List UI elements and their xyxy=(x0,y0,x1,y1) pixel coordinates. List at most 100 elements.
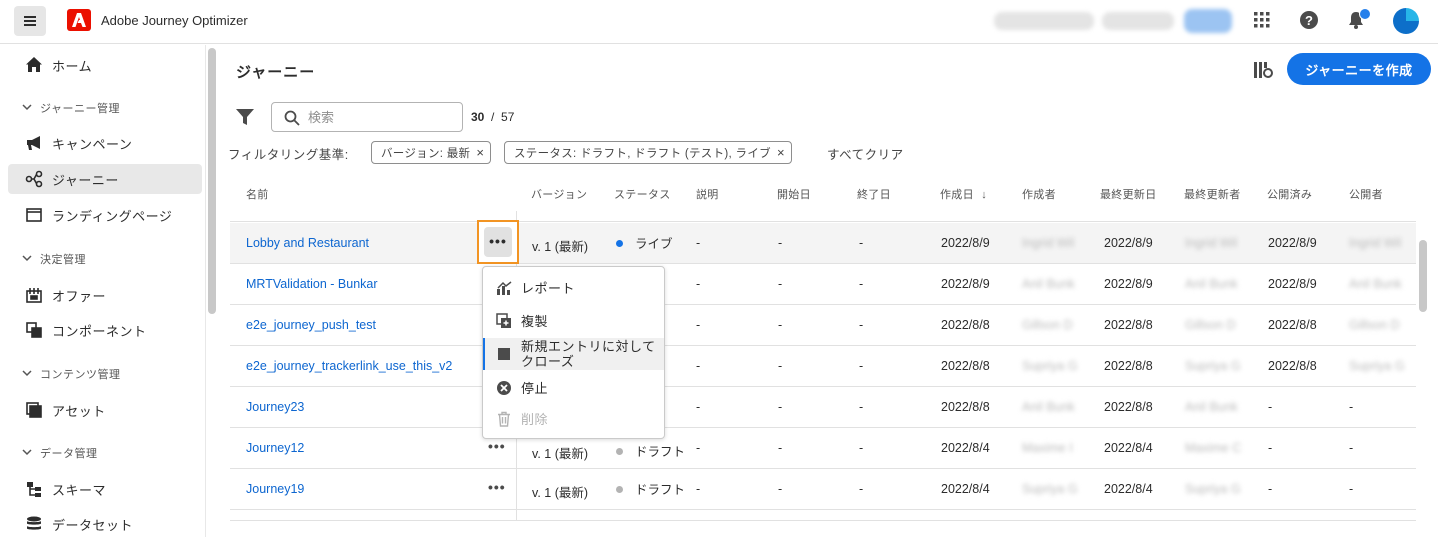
filter-chip-version[interactable]: バージョン: 最新 × xyxy=(371,141,492,164)
status-dot xyxy=(616,240,623,247)
create-journey-button[interactable]: ジャーニーを作成 xyxy=(1287,53,1431,85)
updated-date-cell: 2022/8/9 xyxy=(1104,236,1153,250)
journey-name-link[interactable]: Lobby and Restaurant xyxy=(246,236,369,250)
filter-chip-status[interactable]: ステータス: ドラフト, ドラフト (テスト), ライブ × xyxy=(504,141,792,164)
sidebar-scrollbar[interactable] xyxy=(208,48,216,314)
section-label: データ管理 xyxy=(40,448,98,460)
column-header-updated[interactable]: 最終更新日 xyxy=(1100,186,1157,202)
sidebar-item-label: オファー xyxy=(52,288,107,304)
version-cell: v. 1 (最新) xyxy=(532,447,589,461)
close-icon[interactable]: × xyxy=(777,145,785,160)
sidebar-item-assets[interactable]: アセット xyxy=(8,395,202,425)
menu-item-close-to-new-entries[interactable]: 新規エントリに対して クローズ xyxy=(483,338,664,370)
updater-cell: Gillson D xyxy=(1185,318,1236,332)
table-row[interactable]: Journey12 ••• v. 1 (最新) ドラフト - - - 2022/… xyxy=(230,428,1416,469)
table-row[interactable]: MRTValidation - Bunkar - - - 2022/8/9 An… xyxy=(230,264,1416,305)
column-header-publisher[interactable]: 公開者 xyxy=(1349,186,1383,202)
section-content-management[interactable]: コンテンツ管理 xyxy=(22,366,121,382)
start-date-cell: - xyxy=(778,441,783,455)
page-title: ジャーニー xyxy=(236,64,316,81)
sidebar-item-home[interactable]: ホーム xyxy=(8,50,202,80)
menu-item-report[interactable]: レポート xyxy=(483,277,664,299)
dataset-icon xyxy=(24,514,44,534)
column-header-updater[interactable]: 最終更新者 xyxy=(1184,186,1241,202)
column-header-name[interactable]: 名前 xyxy=(246,186,269,202)
more-actions-icon[interactable]: ••• xyxy=(488,479,506,495)
published-date-cell: - xyxy=(1268,441,1273,455)
more-actions-icon[interactable]: ••• xyxy=(484,227,512,257)
publisher-cell: - xyxy=(1349,441,1354,455)
sidebar-item-landing-pages[interactable]: ランディングページ xyxy=(8,200,202,230)
description-cell: - xyxy=(696,236,701,250)
journey-name-link[interactable]: e2e_journey_push_test xyxy=(246,318,376,332)
status-cell: ドラフト xyxy=(616,479,685,498)
chevron-down-icon xyxy=(22,253,32,265)
end-date-cell: - xyxy=(859,277,864,291)
start-date-cell: - xyxy=(778,277,783,291)
blurred-badge xyxy=(1184,9,1232,33)
journey-name-link[interactable]: Journey12 xyxy=(246,441,304,455)
sidebar-item-components[interactable]: コンポーネント xyxy=(8,315,202,345)
description-cell: - xyxy=(696,318,701,332)
journey-name-link[interactable]: Journey19 xyxy=(246,482,304,496)
column-header-version[interactable]: バージョン xyxy=(531,186,587,202)
table-scrollbar[interactable] xyxy=(1419,240,1427,312)
search-field[interactable] xyxy=(271,102,463,132)
table-row[interactable]: e2e_journey_push_test - - - 2022/8/8 Gil… xyxy=(230,305,1416,346)
sidebar-item-datasets[interactable]: データセット xyxy=(8,509,202,537)
column-header-description[interactable]: 説明 xyxy=(696,186,719,202)
section-decision-management[interactable]: 決定管理 xyxy=(22,251,86,267)
version-cell: v. 1 (最新) xyxy=(532,240,589,254)
report-icon xyxy=(495,280,513,296)
search-input[interactable] xyxy=(308,108,458,126)
section-journey-management[interactable]: ジャーニー管理 xyxy=(22,100,120,116)
table-row[interactable]: Journey19 ••• v. 1 (最新) ドラフト - - - 2022/… xyxy=(230,469,1416,510)
journey-name-link[interactable]: MRTValidation - Bunkar xyxy=(246,277,378,291)
column-header-label: 作成日 xyxy=(940,189,974,201)
sidebar-item-label: スキーマ xyxy=(52,482,107,498)
chevron-down-icon xyxy=(22,447,32,459)
clear-all-link[interactable]: すべてクリア xyxy=(827,144,904,163)
more-actions-icon[interactable]: ••• xyxy=(488,438,506,454)
created-date-cell: 2022/8/8 xyxy=(941,400,990,414)
column-header-creator[interactable]: 作成者 xyxy=(1022,186,1056,202)
asset-icon xyxy=(24,400,44,420)
column-header-created[interactable]: 作成日 ↓ xyxy=(940,186,987,202)
menu-item-duplicate[interactable]: 複製 xyxy=(483,310,664,332)
table-row[interactable]: Lobby and Restaurant v. 1 (最新) ライブ - - -… xyxy=(230,223,1416,264)
top-bar: Adobe Journey Optimizer ? xyxy=(0,0,1438,44)
table-row[interactable]: e2e_journey_trackerlink_use_this_v2 - - … xyxy=(230,346,1416,387)
help-icon[interactable]: ? xyxy=(1299,10,1321,32)
sidebar-item-schemas[interactable]: スキーマ xyxy=(8,474,202,504)
description-cell: - xyxy=(696,482,701,496)
filter-icon[interactable] xyxy=(235,108,255,129)
hamburger-menu-icon[interactable] xyxy=(14,6,46,36)
updated-date-cell: 2022/8/9 xyxy=(1104,277,1153,291)
column-header-published[interactable]: 公開済み xyxy=(1267,186,1312,202)
section-data-management[interactable]: データ管理 xyxy=(22,445,98,461)
apps-grid-icon[interactable] xyxy=(1252,10,1274,32)
journey-name-link[interactable]: Journey23 xyxy=(246,400,304,414)
sidebar-item-campaigns[interactable]: キャンペーン xyxy=(8,128,202,158)
user-avatar[interactable] xyxy=(1393,8,1419,34)
column-settings-icon[interactable] xyxy=(1253,61,1273,82)
journey-name-link[interactable]: e2e_journey_trackerlink_use_this_v2 xyxy=(246,359,452,373)
column-header-start-date[interactable]: 開始日 xyxy=(777,186,811,202)
sidebar-item-offers[interactable]: オファー xyxy=(8,280,202,310)
publisher-cell: Gillson D xyxy=(1349,318,1400,332)
chip-label: バージョン: 最新 xyxy=(381,147,471,160)
sidebar-item-label: ジャーニー xyxy=(52,172,119,188)
sidebar-item-journeys[interactable]: ジャーニー xyxy=(8,164,202,194)
column-header-status[interactable]: ステータス xyxy=(614,186,671,202)
updated-date-cell: 2022/8/4 xyxy=(1104,482,1153,496)
status-dot xyxy=(616,448,623,455)
updater-cell: Anil Bunk xyxy=(1185,400,1238,414)
close-icon[interactable]: × xyxy=(476,145,484,160)
table-row[interactable]: Journey23 - - - 2022/8/8 Anil Bunk 2022/… xyxy=(230,387,1416,428)
created-date-cell: 2022/8/4 xyxy=(941,482,990,496)
menu-item-stop[interactable]: 停止 xyxy=(483,377,664,399)
offer-icon xyxy=(24,285,44,305)
more-actions-button-highlighted[interactable]: ••• xyxy=(477,220,519,264)
updater-cell: Supriya G xyxy=(1185,482,1241,496)
column-header-end-date[interactable]: 終了日 xyxy=(857,186,891,202)
